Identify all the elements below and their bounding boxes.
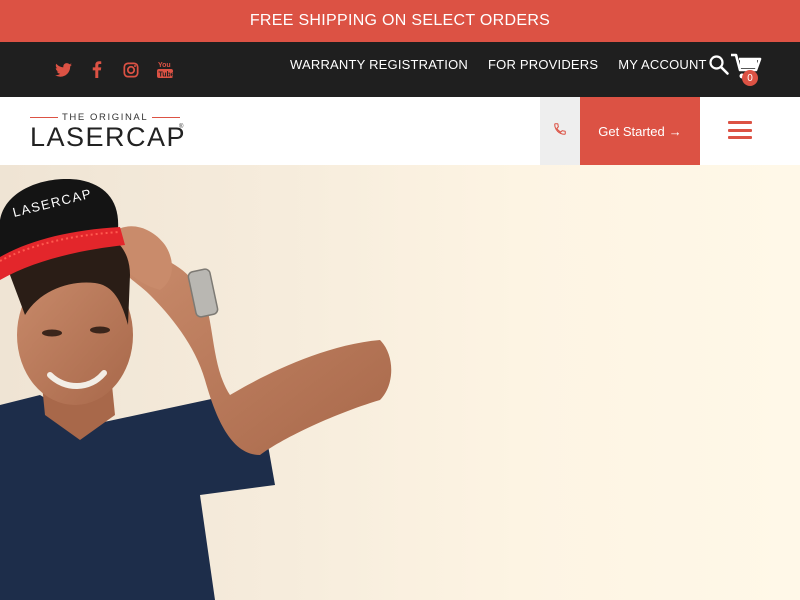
social-links: You Tube xyxy=(54,42,174,97)
warranty-registration-link[interactable]: WARRANTY REGISTRATION xyxy=(290,57,468,72)
twitter-icon[interactable] xyxy=(54,61,72,79)
arrow-right-icon: → xyxy=(668,123,682,139)
svg-text:You: You xyxy=(158,62,171,69)
logo-rule-right xyxy=(152,116,181,118)
menu-line xyxy=(728,128,752,132)
phone-button[interactable] xyxy=(540,97,580,165)
promo-text: FREE SHIPPING ON SELECT ORDERS xyxy=(249,12,551,29)
utility-nav: WARRANTY REGISTRATION FOR PROVIDERS MY A… xyxy=(290,42,707,87)
svg-text:Tube: Tube xyxy=(159,72,174,79)
hamburger-menu-icon[interactable] xyxy=(728,119,752,141)
hero-photo: LASERCAP xyxy=(0,179,392,600)
promo-banner: FREE SHIPPING ON SELECT ORDERS xyxy=(0,0,800,42)
menu-line xyxy=(728,121,752,124)
utility-bar: You Tube WARRANTY REGISTRATION FOR PROVID… xyxy=(0,42,800,97)
phone-icon xyxy=(553,122,567,141)
logo-registered-mark: ® xyxy=(179,124,184,130)
facebook-icon[interactable] xyxy=(88,61,106,79)
youtube-icon[interactable]: You Tube xyxy=(156,61,174,79)
cart-count-badge: 0 xyxy=(742,70,758,86)
for-providers-link[interactable]: FOR PROVIDERS xyxy=(488,57,598,72)
get-started-button[interactable]: Get Started → xyxy=(580,97,700,165)
lasercap-logo[interactable]: THE ORIGINAL LASERCAP ® xyxy=(30,111,190,153)
my-account-link[interactable]: MY ACCOUNT xyxy=(618,57,706,72)
search-icon[interactable] xyxy=(708,54,730,76)
logo-wordmark: LASERCAP xyxy=(30,122,187,152)
main-header: THE ORIGINAL LASERCAP ® Get Started → xyxy=(0,97,800,165)
logo-tagline: THE ORIGINAL xyxy=(62,111,149,123)
instagram-icon[interactable] xyxy=(122,61,140,79)
menu-line xyxy=(728,136,752,139)
logo-rule-left xyxy=(30,116,58,118)
hero-banner: LASERCAP xyxy=(0,165,800,600)
get-started-label: Get Started xyxy=(598,123,665,139)
